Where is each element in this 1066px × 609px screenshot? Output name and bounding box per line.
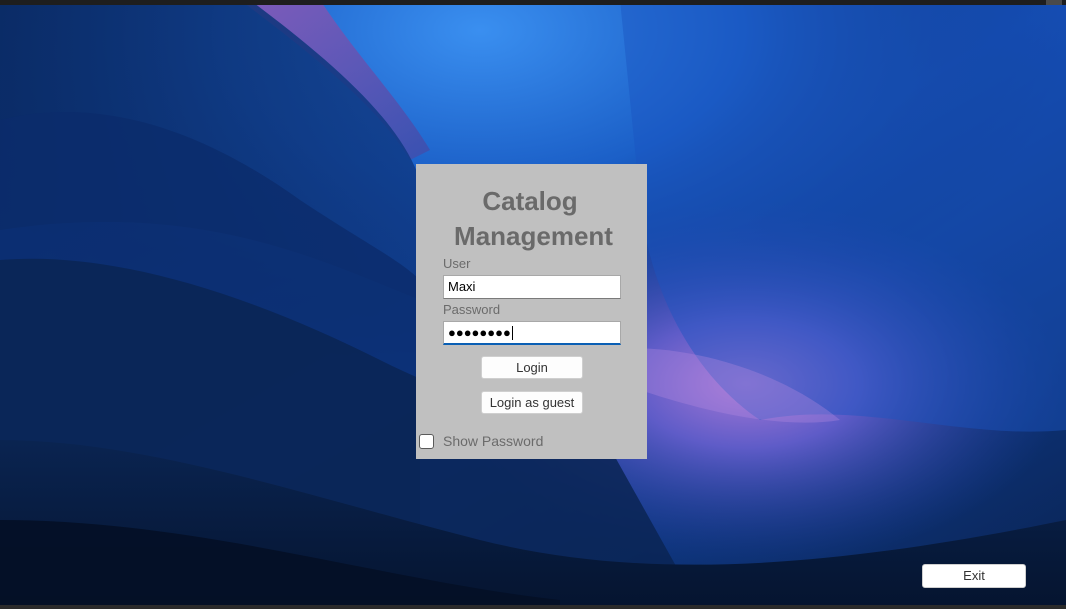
show-password-checkbox[interactable]: [419, 433, 434, 449]
exit-button[interactable]: Exit: [922, 564, 1026, 588]
password-input-value: ●●●●●●●●: [448, 325, 511, 340]
show-password-label[interactable]: Show Password: [443, 433, 543, 449]
login-button[interactable]: Login: [481, 356, 583, 379]
password-input[interactable]: ●●●●●●●●: [443, 321, 621, 345]
login-panel: Catalog Management User Maxi Password ●●…: [416, 164, 647, 459]
window-corner-control[interactable]: [1046, 0, 1062, 5]
app-title-line-1: Catalog: [482, 186, 578, 216]
login-screen: Catalog Management User Maxi Password ●●…: [0, 0, 1066, 609]
user-label: User: [443, 256, 471, 271]
show-password-toggle[interactable]: Show Password: [419, 432, 543, 450]
app-title-line-2: Management: [454, 221, 613, 251]
window-bottom-edge: [0, 605, 1066, 609]
user-input-value: Maxi: [448, 279, 476, 294]
text-caret: [511, 326, 513, 340]
login-as-guest-button[interactable]: Login as guest: [481, 391, 583, 414]
window-top-edge: [0, 0, 1066, 5]
user-input[interactable]: Maxi: [443, 275, 621, 299]
password-label: Password: [443, 302, 501, 317]
app-title: Catalog Management: [416, 184, 647, 254]
